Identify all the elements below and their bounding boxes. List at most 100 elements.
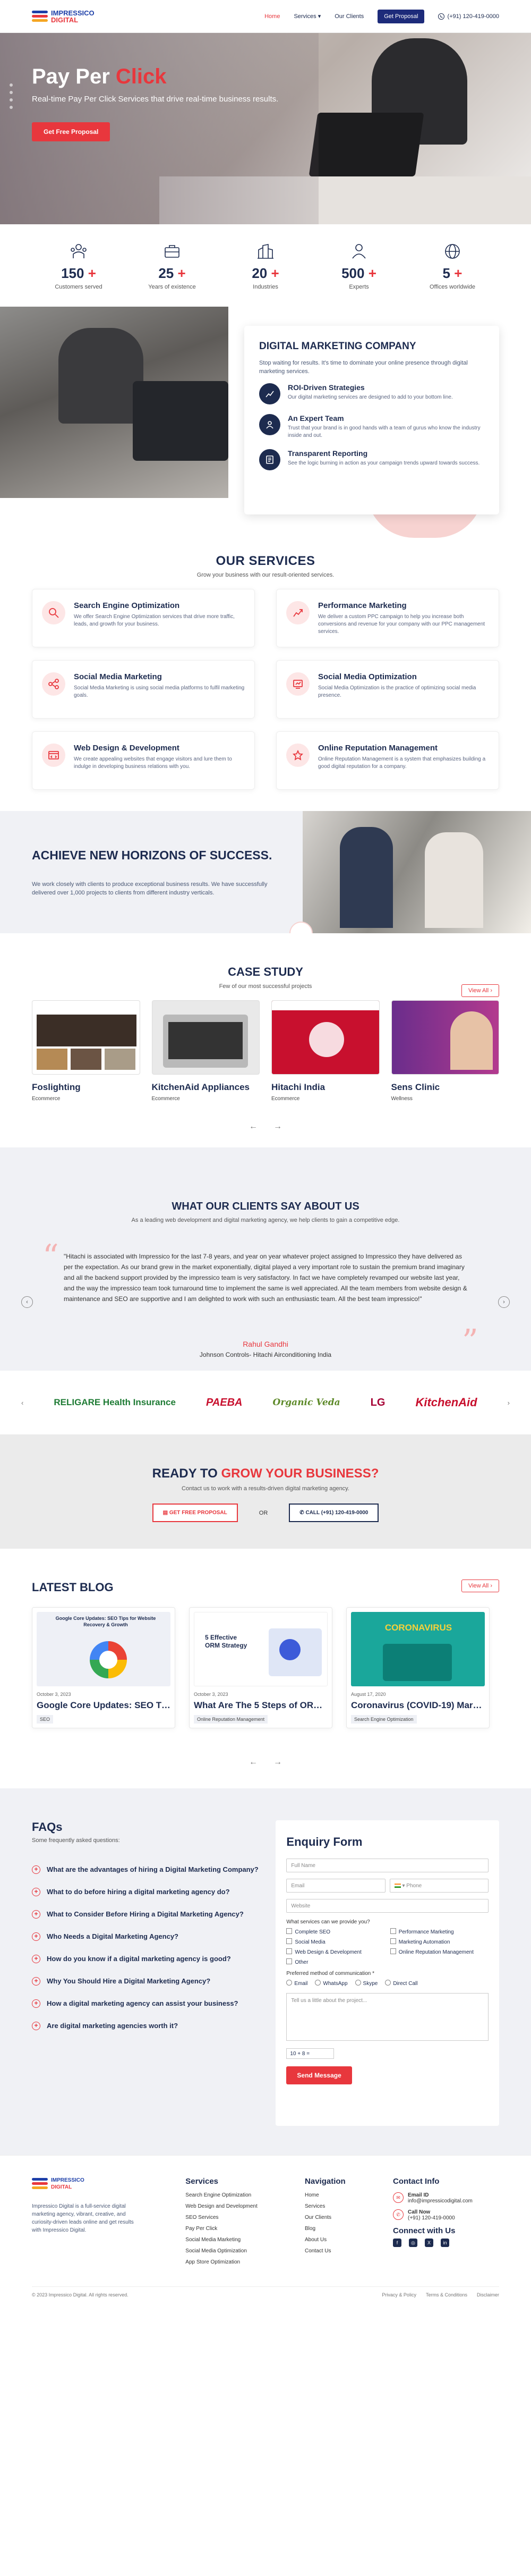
blog-view-all-button[interactable]: View All › — [461, 1580, 499, 1592]
faq-title: FAQs — [32, 1820, 63, 1834]
terms-link[interactable]: Terms & Conditions — [426, 2292, 467, 2298]
radio-email[interactable]: Email — [286, 1980, 307, 1987]
service-card-smo[interactable]: Social Media Optimization Social Media Op… — [276, 660, 499, 719]
testimonial-prev-button[interactable]: ‹ — [21, 1296, 33, 1308]
x-twitter-icon[interactable]: X — [424, 2239, 433, 2247]
faq-item[interactable]: + Are digital marketing agencies worth it… — [32, 2021, 260, 2031]
achieve-title: ACHIEVE NEW HORIZONS OF SUCCESS. — [32, 848, 272, 862]
blog-card[interactable]: CORONAVIRUS August 17, 2020 Coronavirus … — [346, 1607, 490, 1728]
checkbox-other[interactable]: Other — [286, 1958, 384, 1965]
nav-our-clients[interactable]: Our Clients — [335, 13, 364, 20]
send-message-button[interactable]: Send Message — [286, 2066, 352, 2084]
service-text: Social Media Marketing is using social m… — [74, 685, 245, 698]
blog-tag[interactable]: Search Engine Optimization — [351, 1715, 417, 1724]
nav-services[interactable]: Services ▾ — [294, 13, 321, 20]
arrow-left-icon[interactable]: ← — [249, 1758, 258, 1767]
get-free-proposal-button[interactable]: Get Free Proposal — [32, 122, 110, 141]
faq-item[interactable]: + Why You Should Hire a Digital Marketing… — [32, 1977, 260, 1986]
office-team-image — [0, 307, 228, 498]
footer-email[interactable]: ✉ Email ID info@impressicodigital.com — [392, 2192, 499, 2204]
footer-link[interactable]: Pay Per Click — [185, 2226, 257, 2232]
nav-services-label: Services — [294, 13, 316, 20]
case-study-card[interactable]: Hitachi India Ecommerce — [271, 1000, 380, 1102]
services-question: What services can we provide you? — [286, 1919, 370, 1925]
faq-item[interactable]: + Who Needs a Digital Marketing Agency? — [32, 1932, 260, 1941]
blog-card[interactable]: Google Core Updates: SEO Tips for Websit… — [32, 1607, 175, 1728]
service-card-seo[interactable]: Search Engine Optimization We offer Searc… — [32, 589, 255, 647]
radio-skype[interactable]: Skype — [355, 1980, 378, 1987]
footer-link[interactable]: Search Engine Optimization — [185, 2192, 257, 2198]
footer-link[interactable]: Contact Us — [305, 2248, 346, 2254]
chevron-right-icon[interactable]: › — [508, 1399, 510, 1407]
footer-link[interactable]: Services — [305, 2203, 346, 2209]
nav-home[interactable]: Home — [264, 13, 280, 20]
captcha-field[interactable]: 10 + 8 = — [286, 2048, 335, 2059]
checkbox-web-design[interactable]: Web Design & Development — [286, 1948, 384, 1955]
radio-direct-call[interactable]: Direct Call — [385, 1980, 417, 1987]
linkedin-icon[interactable]: in — [440, 2239, 449, 2247]
hero-title: Pay Per Click — [32, 65, 167, 89]
footer-link[interactable]: Home — [305, 2192, 346, 2198]
faq-item[interactable]: + How a digital marketing agency can assi… — [32, 1999, 260, 2008]
disclaimer-link[interactable]: Disclaimer — [477, 2292, 499, 2298]
arrow-right-icon[interactable]: → — [273, 1758, 282, 1767]
instagram-icon[interactable]: ◎ — [408, 2239, 417, 2247]
service-card-web-design[interactable]: Web Design & Development We create appeal… — [32, 731, 255, 790]
footer-call[interactable]: ✆ Call Now (+91) 120-419-0000 — [392, 2209, 499, 2221]
checkbox-marketing-automation[interactable]: Marketing Automation — [390, 1938, 489, 1945]
facebook-icon[interactable]: f — [392, 2239, 401, 2247]
footer-link[interactable]: App Store Optimization — [185, 2259, 257, 2265]
case-study-name: Foslighting — [32, 1082, 81, 1092]
industry-icon — [255, 241, 276, 262]
radio-whatsapp[interactable]: WhatsApp — [315, 1980, 347, 1987]
get-proposal-button[interactable]: Get Proposal — [378, 9, 425, 23]
case-study-card[interactable]: Foslighting Ecommerce — [32, 1000, 140, 1102]
footer-link[interactable]: Our Clients — [305, 2215, 346, 2220]
checkbox-performance-marketing[interactable]: Performance Marketing — [390, 1928, 489, 1935]
footer-link[interactable]: Web Design and Development — [185, 2203, 257, 2209]
phone-field[interactable]: ▾ Phone — [389, 1879, 489, 1893]
checkbox-social-media[interactable]: Social Media — [286, 1938, 384, 1945]
case-study-view-all-button[interactable]: View All › — [461, 984, 499, 997]
header-phone[interactable]: (+91) 120-419-0000 — [438, 13, 499, 20]
checkbox-orm[interactable]: Online Reputation Management — [390, 1948, 489, 1955]
email-field[interactable]: Email — [286, 1879, 386, 1893]
footer-logo[interactable]: IMPRESSICO DIGITAL — [32, 2177, 138, 2196]
blog-tag[interactable]: Online Reputation Management — [194, 1715, 268, 1724]
case-study-card[interactable]: KitchenAid Appliances Ecommerce — [151, 1000, 260, 1102]
checkbox-complete-seo[interactable]: Complete SEO — [286, 1928, 384, 1935]
stat-label: Experts — [349, 284, 369, 290]
arrow-left-icon[interactable]: ← — [249, 1122, 258, 1131]
slider-dot[interactable] — [10, 98, 13, 102]
project-textarea[interactable]: Tell us a little about the project... — [286, 1993, 489, 2041]
faq-item[interactable]: + How do you know if a digital marketing … — [32, 1954, 260, 1964]
privacy-link[interactable]: Privacy & Policy — [382, 2292, 416, 2298]
service-card-orm[interactable]: Online Reputation Management Online Reput… — [276, 731, 499, 790]
site-footer: IMPRESSICO DIGITAL Impressico Digital is… — [0, 2155, 531, 2308]
cta-free-proposal-button[interactable]: ▤ GET FREE PROPOSAL — [152, 1504, 238, 1522]
website-field[interactable]: Website — [286, 1899, 489, 1913]
slider-dot[interactable] — [10, 91, 13, 94]
footer-link[interactable]: Social Media Marketing — [185, 2237, 257, 2243]
testimonial-next-button[interactable]: › — [498, 1296, 510, 1308]
blog-card[interactable]: 5 Effective ORM Strategy October 3, 2023… — [189, 1607, 332, 1728]
slider-dot[interactable] — [10, 106, 13, 109]
footer-link[interactable]: SEO Services — [185, 2215, 257, 2220]
cta-call-button[interactable]: ✆ CALL (+91) 120-419-0000 — [289, 1504, 379, 1522]
service-card-performance[interactable]: Performance Marketing We deliver a custom… — [276, 589, 499, 647]
faq-item[interactable]: + What are the advantages of hiring a Dig… — [32, 1865, 260, 1874]
faq-item[interactable]: + What to do before hiring a digital mark… — [32, 1887, 260, 1897]
logo-line1: IMPRESSICO — [51, 9, 95, 17]
logo[interactable]: IMPRESSICO DIGITAL — [32, 10, 95, 23]
full-name-field[interactable]: Full Name — [286, 1859, 489, 1872]
slider-dot[interactable] — [10, 83, 13, 87]
case-study-card[interactable]: Sens Clinic Wellness — [391, 1000, 499, 1102]
footer-link[interactable]: Social Media Optimization — [185, 2248, 257, 2254]
service-card-smm[interactable]: Social Media Marketing Social Media Marke… — [32, 660, 255, 719]
blog-tag[interactable]: SEO — [37, 1715, 54, 1724]
arrow-right-icon[interactable]: → — [273, 1122, 282, 1131]
footer-link[interactable]: About Us — [305, 2237, 346, 2243]
chevron-left-icon[interactable]: ‹ — [21, 1399, 23, 1407]
footer-link[interactable]: Blog — [305, 2226, 346, 2232]
faq-item[interactable]: + What to Consider Before Hiring a Digita… — [32, 1910, 260, 1919]
